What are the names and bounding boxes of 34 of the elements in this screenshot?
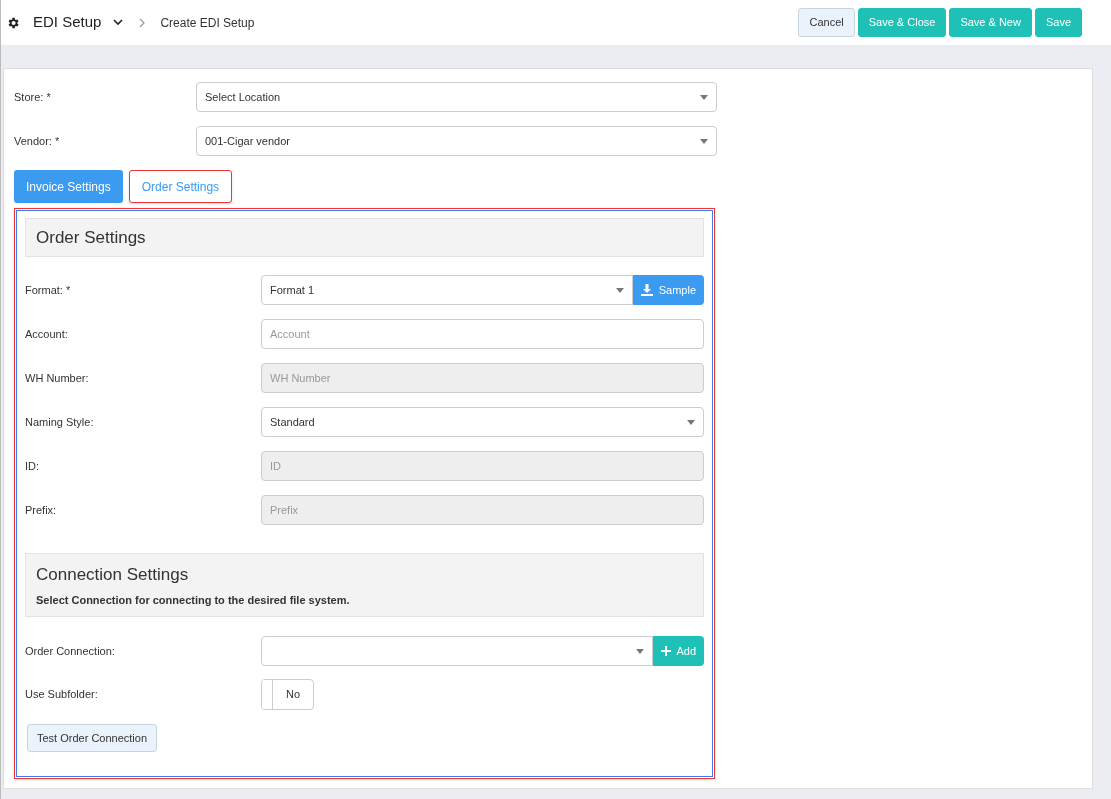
select-field[interactable]: Select Location: [196, 82, 717, 112]
field-label: Vendor: *: [14, 133, 61, 149]
breadcrumb-text: Create EDI Setup: [160, 14, 255, 32]
dropdown-caret-icon: [636, 648, 645, 654]
settings-icon[interactable]: [6, 15, 20, 30]
download-icon: [640, 284, 653, 296]
field-label: Store: *: [14, 89, 52, 105]
toolbar-button[interactable]: Cancel: [798, 8, 855, 37]
dropdown-caret-icon: [687, 419, 695, 425]
dropdown-caret-icon: [700, 138, 708, 144]
dropdown-caret-icon: [700, 94, 708, 100]
input-field[interactable]: Account: [261, 319, 704, 349]
chevron-down-icon[interactable]: [113, 19, 124, 26]
section-subtitle: Select Connection for connecting to the desired file system.: [36, 592, 351, 608]
field-label: WH Number:: [25, 370, 90, 386]
toggle-switch[interactable]: No: [261, 679, 314, 710]
field-label: Account:: [25, 326, 69, 342]
field-label: Prefix:: [25, 502, 58, 518]
plus-icon: [661, 646, 672, 656]
select-field[interactable]: 001-Cigar vendor: [196, 126, 717, 156]
field-label: Naming Style:: [25, 414, 95, 430]
field-label: Order Connection:: [25, 643, 116, 659]
field-label: Use Subfolder:: [25, 687, 99, 703]
field-label: ID:: [25, 458, 41, 474]
select-field[interactable]: Standard: [261, 407, 704, 437]
section-title: Order Settings: [36, 226, 146, 249]
chevron-right-icon: [139, 17, 146, 28]
select-field[interactable]: [261, 636, 654, 666]
section-title: Connection Settings: [36, 564, 190, 586]
test-connection-button[interactable]: Test Order Connection: [27, 724, 158, 752]
select-field[interactable]: Format 1: [261, 275, 633, 305]
page-title: EDI Setup: [33, 12, 102, 33]
field-label: Format: *: [25, 282, 72, 298]
dropdown-caret-icon: [615, 287, 624, 293]
